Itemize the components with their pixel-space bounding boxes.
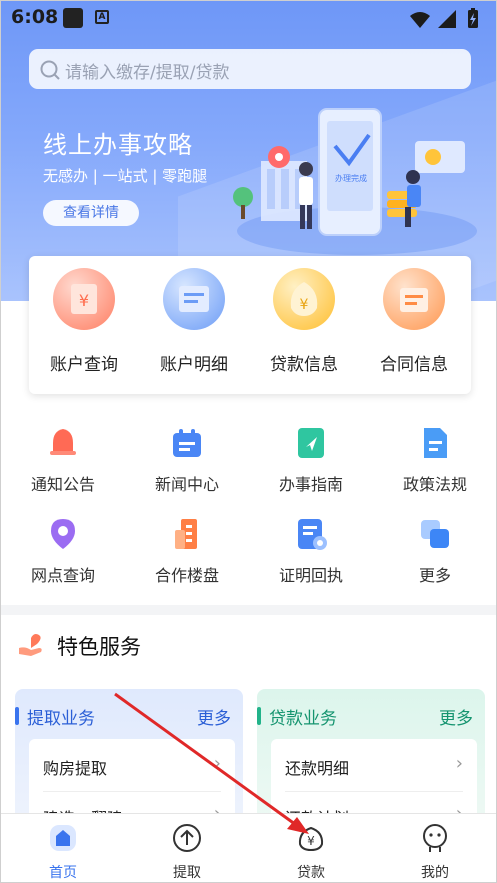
service-label: 网点查询 — [30, 566, 95, 585]
quick-label: 合同信息 — [380, 355, 448, 375]
account-query-icon: ¥ — [53, 268, 115, 330]
featured-services-title: 特色服务 — [57, 635, 141, 659]
service-news[interactable]: 新闻中心 — [125, 425, 249, 495]
wifi-icon — [410, 12, 430, 28]
service-buildings[interactable]: 合作楼盘 — [125, 516, 249, 586]
quick-label: 账户查询 — [50, 355, 118, 375]
service-guide[interactable]: 办事指南 — [249, 425, 373, 495]
building-icon — [169, 516, 205, 552]
service-label: 更多 — [418, 566, 451, 585]
search-placeholder: 请输入缴存/提取/贷款 — [65, 63, 230, 83]
search-input[interactable]: 请输入缴存/提取/贷款 — [29, 49, 471, 89]
banner-title: 线上办事攻略 — [43, 131, 193, 159]
quick-account-detail[interactable]: 账户明细 — [139, 268, 249, 375]
status-bar: 6:08 A — [1, 1, 496, 35]
svg-text:办理完成: 办理完成 — [335, 173, 367, 183]
location-icon — [45, 516, 81, 552]
account-detail-icon — [163, 268, 225, 330]
bell-icon — [45, 425, 81, 461]
loan-more-link[interactable]: 更多 — [439, 704, 473, 729]
home-icon — [47, 822, 79, 854]
quick-loan-info[interactable]: ¥ 贷款信息 — [249, 268, 359, 375]
svg-text:¥: ¥ — [300, 297, 309, 313]
service-label: 政策法规 — [402, 475, 467, 494]
app-screen: 6:08 A 请输入缴存/提取/贷款 线上办事攻略 无感办 | 一站式 | 零跑… — [0, 0, 497, 883]
panel-title: 提取业务 — [27, 709, 95, 729]
nav-withdraw[interactable]: 提取 — [142, 822, 232, 882]
service-label: 合作楼盘 — [154, 566, 219, 585]
quick-contract-info[interactable]: 合同信息 — [359, 268, 469, 375]
withdraw-business-panel: 提取业务 更多 购房提取 › 建造、翻建 › — [15, 689, 243, 829]
section-divider — [1, 605, 496, 615]
list-item-repayment-detail[interactable]: 还款明细 — [285, 755, 465, 779]
list-item-home-purchase[interactable]: 购房提取 — [43, 755, 223, 779]
quick-label: 账户明细 — [160, 355, 228, 375]
guide-icon — [293, 425, 329, 461]
policy-icon — [417, 425, 453, 461]
certificate-icon — [293, 516, 329, 552]
banner-illustration: 办理完成 — [233, 108, 477, 255]
profile-icon — [419, 822, 451, 854]
search-icon — [40, 60, 60, 80]
nav-loan[interactable]: ¥ 贷款 — [266, 822, 356, 882]
nav-profile[interactable]: 我的 — [390, 822, 480, 882]
more-icon — [417, 516, 453, 552]
service-certificate[interactable]: 证明回执 — [249, 516, 373, 586]
service-label: 证明回执 — [278, 566, 343, 585]
quick-actions-card: ¥ 账户查询 账户明细 ¥ 贷款信息 合同信息 — [29, 256, 471, 394]
loan-icon: ¥ — [295, 822, 327, 854]
view-details-button[interactable]: 查看详情 — [43, 200, 139, 226]
loan-info-icon: ¥ — [273, 268, 335, 330]
withdraw-more-link[interactable]: 更多 — [197, 704, 231, 729]
nav-label: 贷款 — [297, 865, 325, 881]
service-policy[interactable]: 政策法规 — [373, 425, 496, 495]
service-notice[interactable]: 通知公告 — [1, 425, 125, 495]
contract-info-icon — [383, 268, 445, 330]
system-status-icons — [410, 8, 478, 28]
service-label: 办事指南 — [278, 475, 343, 494]
bottom-nav: 首页 提取 ¥ 贷款 我的 — [1, 813, 496, 882]
banner-subtitle: 无感办 | 一站式 | 零跑腿 — [43, 167, 208, 185]
nav-label: 我的 — [421, 865, 449, 881]
service-more[interactable]: 更多 — [373, 516, 496, 586]
loan-business-panel: 贷款业务 更多 还款明细 › 还款计划 › — [257, 689, 485, 829]
chevron-right-icon: › — [455, 753, 463, 774]
svg-text:¥: ¥ — [307, 834, 315, 848]
svg-text:¥: ¥ — [79, 291, 89, 310]
quick-label: 贷款信息 — [270, 355, 338, 375]
chevron-right-icon: › — [213, 753, 221, 774]
news-icon — [169, 425, 205, 461]
nav-label: 首页 — [49, 865, 77, 881]
withdraw-icon — [171, 822, 203, 854]
service-label: 通知公告 — [30, 475, 95, 494]
service-label: 新闻中心 — [154, 475, 219, 494]
service-location[interactable]: 网点查询 — [1, 516, 125, 586]
nav-home[interactable]: 首页 — [18, 822, 108, 882]
status-badge: A — [95, 10, 109, 24]
heart-hand-icon — [19, 634, 42, 656]
panel-title: 贷款业务 — [269, 709, 337, 729]
nav-label: 提取 — [173, 865, 201, 881]
status-time: 6:08 — [11, 6, 59, 28]
signal-icon — [438, 10, 456, 28]
quick-account-query[interactable]: ¥ 账户查询 — [29, 268, 139, 375]
notification-square-icon — [63, 8, 83, 28]
